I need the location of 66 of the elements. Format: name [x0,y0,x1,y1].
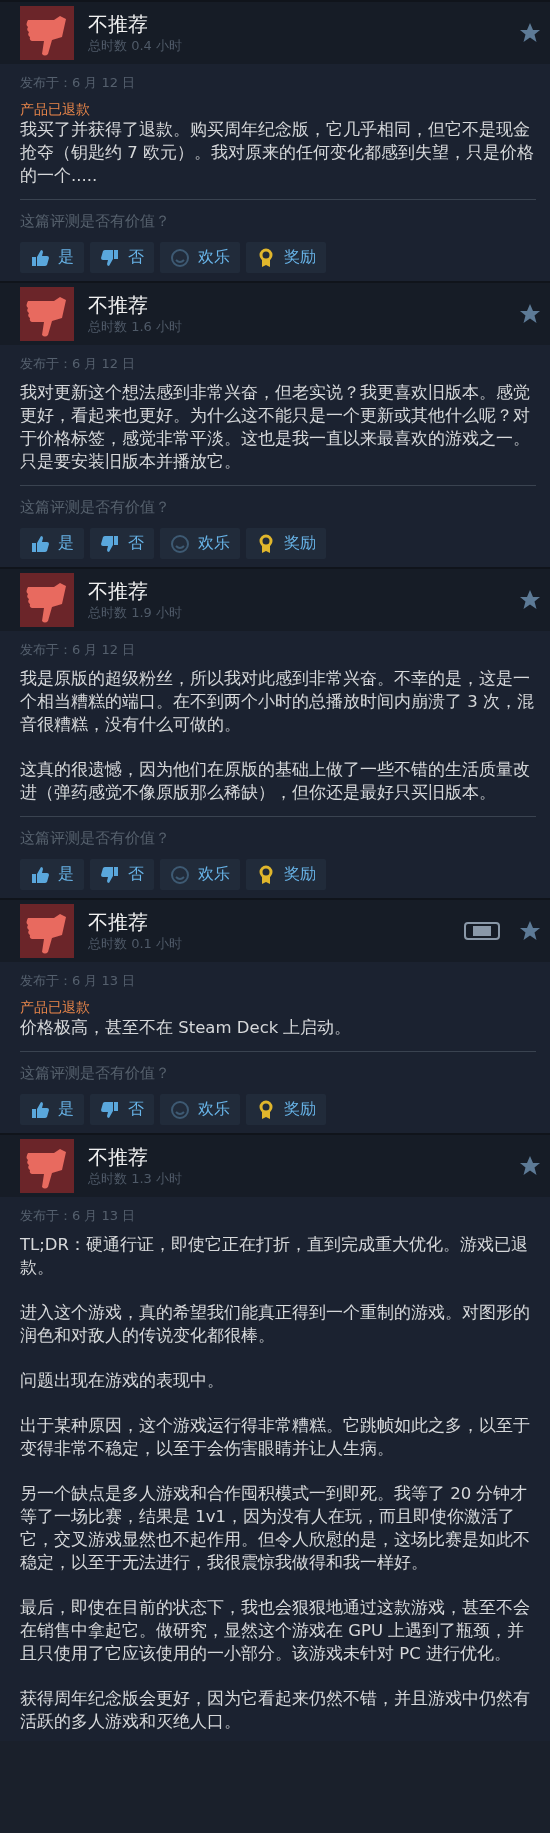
review-text: 我是原版的超级粉丝，所以我对此感到非常兴奋。不幸的是，这是一个相当糟糕的端口。在不到两个小时的总播放时间内崩溃了 3 次，混音很糟糕，没有什么可做的。 [20,668,535,736]
no-button[interactable]: 否 [90,528,154,559]
thumbs-down-icon [20,6,74,60]
helpful-question: 这篇评测是否有价值？ [20,497,171,518]
helpful-question: 这篇评测是否有价值？ [20,1063,171,1084]
thumbs-down-icon [20,287,74,341]
review-text: 这真的很遗憾，因为他们在原版的基础上做了一些不错的生活质量改进（弹药感觉不像原版那么稀缺），但你还是最好只买旧版本。 [20,759,531,804]
smiley-icon [170,1099,190,1120]
thumbs-down-icon [20,1139,74,1193]
no-button[interactable]: 否 [90,1094,154,1125]
yes-button[interactable]: 是 [20,859,84,890]
award-button[interactable]: 奖励 [246,528,326,559]
thumbs-down-icon [100,1099,120,1120]
playtime-text: 总时数 1.3 小时 [88,1170,183,1188]
yes-button[interactable]: 是 [20,528,84,559]
posted-date: 发布于：6 月 13 日 [20,1207,137,1225]
smiley-icon [170,864,190,885]
posted-date: 发布于：6 月 13 日 [20,972,137,990]
review-text: 出于某种原因，这个游戏运行得非常糟糕。它跳帧如此之多，以至于变得非常不稳定，以至于会伤害眼睛并让人生病。 [20,1415,531,1460]
verdict-label: 不推荐 [88,11,149,37]
playtime-text: 总时数 1.6 小时 [88,318,183,336]
posted-date: 发布于：6 月 12 日 [20,355,137,373]
thumbs-up-icon [30,1099,50,1120]
helpful-question: 这篇评测是否有价值？ [20,211,171,232]
playtime-text: 总时数 0.1 小时 [88,935,183,953]
verdict-label: 不推荐 [88,292,149,318]
yes-button[interactable]: 是 [20,1094,84,1125]
award-button[interactable]: 奖励 [246,1094,326,1125]
review-text: 问题出现在游戏的表现中。 [20,1370,225,1392]
thumbs-down-icon [20,573,74,627]
helpful-question: 这篇评测是否有价值？ [20,828,171,849]
review-text: 价格极高，甚至不在 Steam Deck 上启动。 [20,1017,353,1039]
refunded-label: 产品已退款 [20,100,91,118]
thumbs-up-icon [30,864,50,885]
playtime-text: 总时数 1.9 小时 [88,604,183,622]
funny-button[interactable]: 欢乐 [160,1094,240,1125]
no-button[interactable]: 否 [90,242,154,273]
review-text: 进入这个游戏，真的希望我们能真正得到一个重制的游戏。对图形的润色和对敌人的传说变化都很棒。 [20,1302,531,1347]
thumbs-down-icon [100,247,120,268]
smiley-icon [170,247,190,268]
award-button[interactable]: 奖励 [246,242,326,273]
thumbs-up-icon [30,533,50,554]
funny-button[interactable]: 欢乐 [160,859,240,890]
award-button[interactable]: 奖励 [246,859,326,890]
refunded-label: 产品已退款 [20,998,91,1016]
verdict-label: 不推荐 [88,909,149,935]
thumbs-up-icon [30,247,50,268]
thumbs-down-icon [20,904,74,958]
no-button[interactable]: 否 [90,859,154,890]
review-text: 我对更新这个想法感到非常兴奋，但老实说？我更喜欢旧版本。感觉更好，看起来也更好。为什么这不能只是一个更新或其他什么呢？对于价格标签，感觉非常平淡。这也是我一直以来最喜欢的游戏之一。只是要安装旧版本并播放它。 [20,382,531,473]
smiley-icon [170,533,190,554]
thumbs-down-icon [100,533,120,554]
posted-date: 发布于：6 月 12 日 [20,74,137,92]
funny-button[interactable]: 欢乐 [160,528,240,559]
thumbs-down-icon [100,864,120,885]
review-text: TL;DR：硬通行证，即使它正在打折，直到完成重大优化。游戏已退款。 [20,1234,529,1279]
review-text: 最后，即使在目前的状态下，我也会狠狠地通过这款游戏，甚至不会在销售中拿起它。做研究，显然这个游戏在 GPU 上遇到了瓶颈，并且只使用了它应该使用的一小部分。该游戏未针对 PC 进行优化。 [20,1597,531,1665]
verdict-label: 不推荐 [88,1144,149,1170]
review-text: 另一个缺点是多人游戏和合作囤积模式一到即死。我等了 20 分钟才等了一场比赛，结果是 1v1，因为没有人在玩，而且即使你激活了它，交叉游戏显然也不起作用。但令人欣慰的是，这场比赛是如此不稳定，以至于无法进行，我很震惊我做得和我一样好。 [20,1483,531,1574]
review-text: 获得周年纪念版会更好，因为它看起来仍然不错，并且游戏中仍然有活跃的多人游戏和灭绝人口。 [20,1688,531,1733]
review-text: 我买了并获得了退款。购买周年纪念版，它几乎相同，但它不是现金抢夺（钥匙约 7 欧元）。我对原来的任何变化都感到失望，只是价格的一个..... [20,119,535,187]
funny-button[interactable]: 欢乐 [160,242,240,273]
posted-date: 发布于：6 月 12 日 [20,641,137,659]
yes-button[interactable]: 是 [20,242,84,273]
verdict-label: 不推荐 [88,578,149,604]
playtime-text: 总时数 0.4 小时 [88,37,183,55]
